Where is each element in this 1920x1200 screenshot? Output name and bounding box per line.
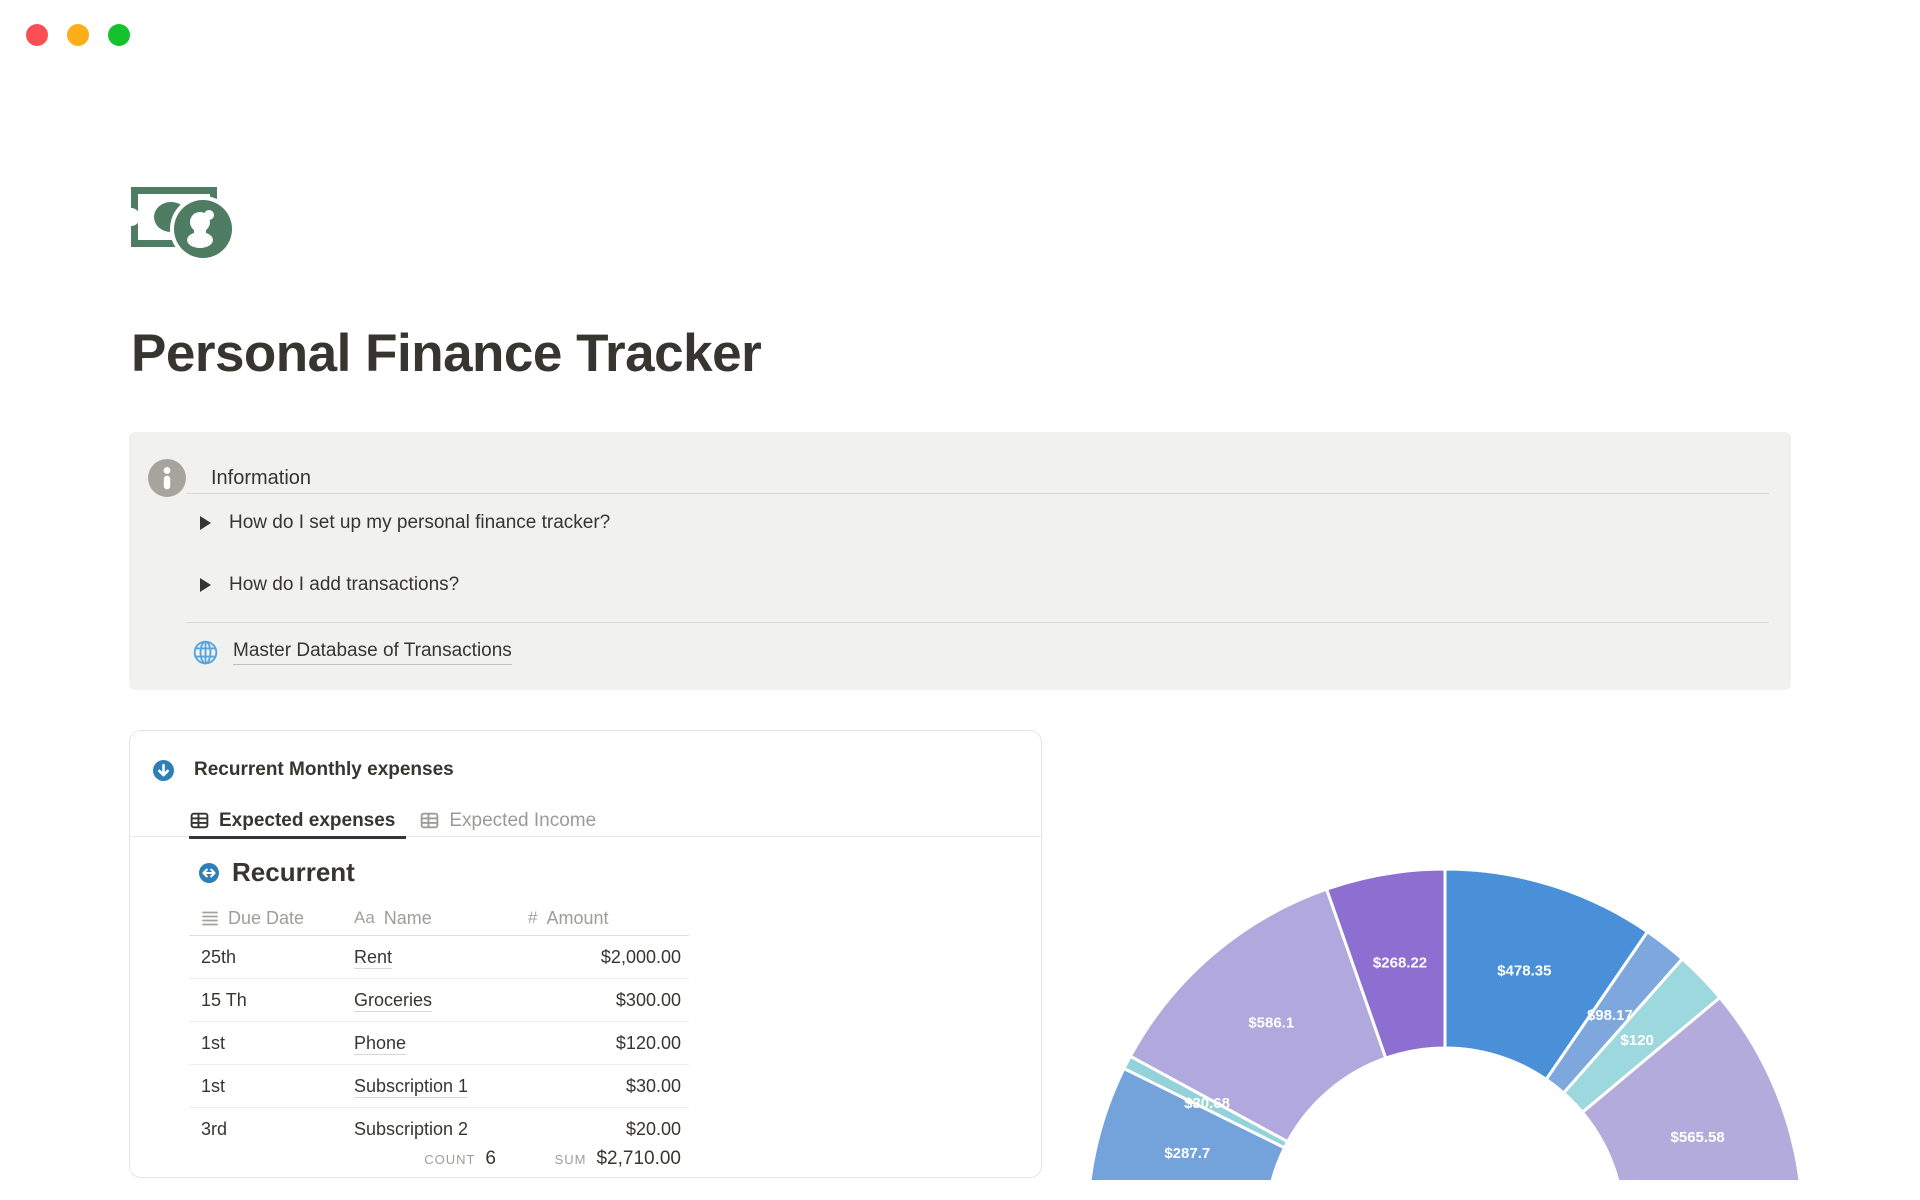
table-view-icon — [421, 812, 439, 829]
select-property-icon — [202, 911, 218, 926]
recurrent-expenses-card: Recurrent Monthly expenses Expected expe… — [129, 730, 1042, 1178]
zoom-button[interactable] — [108, 24, 130, 46]
amount-cell[interactable]: $300.00 — [526, 990, 689, 1011]
arrows-left-right-circle-icon — [199, 862, 219, 883]
column-header-due-date[interactable]: Due Date — [189, 908, 354, 929]
row-name-link[interactable]: Subscription 1 — [354, 1075, 469, 1098]
toggle-label[interactable]: How do I set up my personal finance trac… — [229, 512, 610, 534]
table-view-icon — [190, 812, 209, 829]
table-row: 25th Rent $2,000.00 — [189, 936, 689, 979]
due-date-cell[interactable]: 15 Th — [189, 990, 354, 1011]
tab-label[interactable]: Expected expenses — [219, 810, 395, 832]
master-database-link[interactable]: Master Database of Transactions — [233, 640, 512, 665]
row-name-link[interactable]: Subscription 2 — [354, 1118, 469, 1139]
notion-window: Personal Finance Tracker Information How… — [0, 0, 1920, 1200]
due-date-cell[interactable]: 1st — [189, 1076, 354, 1097]
toggle-add-transactions-question[interactable]: How do I add transactions? — [200, 572, 459, 598]
table-row: 15 Th Groceries $300.00 — [189, 979, 689, 1022]
table-rows: 25th Rent $2,000.00 15 Th Groceries $300.00 1s… — [189, 936, 689, 1139]
name-cell: Subscription 2 — [354, 1118, 526, 1139]
toggle-triangle-icon[interactable] — [200, 578, 211, 592]
table-footer: COUNT 6 SUM $2,710.00 — [189, 1139, 689, 1177]
name-cell: Phone — [354, 1032, 526, 1055]
tab-expected-income[interactable]: Expected Income — [419, 805, 607, 839]
number-property-icon: # — [528, 908, 538, 927]
callout-header: Information — [147, 458, 311, 498]
column-label[interactable]: Amount — [546, 908, 608, 929]
name-cell: Rent — [354, 946, 526, 969]
dollar-banknote-icon[interactable] — [131, 182, 237, 262]
page-title: Personal Finance Tracker — [131, 324, 762, 383]
column-label[interactable]: Due Date — [228, 908, 304, 929]
sum-label: SUM — [554, 1151, 587, 1167]
toggle-triangle-icon[interactable] — [200, 516, 211, 530]
toggle-label[interactable]: How do I add transactions? — [229, 574, 459, 596]
donut-chart: $478.35$98.17$120$565.58$287.7$30.68$586… — [1088, 867, 1802, 1180]
column-label[interactable]: Name — [384, 908, 432, 929]
amount-cell[interactable]: $2,000.00 — [526, 947, 689, 968]
row-name-link[interactable]: Rent — [354, 946, 393, 969]
window-controls — [26, 24, 130, 46]
collection-title-row: Recurrent — [199, 857, 355, 888]
amount-cell[interactable]: $30.00 — [526, 1076, 689, 1097]
collection-title[interactable]: Recurrent — [232, 857, 355, 888]
amount-cell[interactable]: $20.00 — [526, 1119, 689, 1140]
view-tabs: Expected expenses Expected Income — [130, 805, 1041, 839]
row-name-link[interactable]: Groceries — [354, 989, 433, 1012]
column-header-amount[interactable]: # Amount — [526, 908, 689, 929]
card-title: Recurrent Monthly expenses — [194, 759, 454, 780]
callout-divider — [186, 622, 1769, 623]
information-callout: Information How do I set up my personal … — [129, 432, 1791, 690]
toggle-setup-question[interactable]: How do I set up my personal finance trac… — [200, 510, 610, 536]
card-header: Recurrent Monthly expenses — [153, 759, 454, 781]
count-aggregation[interactable]: COUNT 6 — [354, 1148, 526, 1170]
table-row: 1st Phone $120.00 — [189, 1022, 689, 1065]
due-date-cell[interactable]: 1st — [189, 1033, 354, 1054]
count-value: 6 — [485, 1147, 496, 1169]
due-date-cell[interactable]: 25th — [189, 947, 354, 968]
column-header-name[interactable]: Aa Name — [354, 908, 526, 929]
name-cell: Subscription 1 — [354, 1075, 526, 1098]
name-cell: Groceries — [354, 989, 526, 1012]
due-date-cell[interactable]: 3rd — [189, 1119, 354, 1140]
amount-cell[interactable]: $120.00 — [526, 1033, 689, 1054]
table-header-row: Due Date Aa Name # Amount — [189, 902, 689, 934]
minimize-button[interactable] — [67, 24, 89, 46]
database-link-row: Master Database of Transactions — [192, 639, 512, 666]
close-button[interactable] — [26, 24, 48, 46]
sum-value: $2,710.00 — [596, 1147, 681, 1169]
sum-aggregation[interactable]: SUM $2,710.00 — [526, 1148, 689, 1170]
row-name-link[interactable]: Phone — [354, 1032, 407, 1055]
tab-expected-expenses[interactable]: Expected expenses — [189, 805, 407, 839]
count-label: COUNT — [424, 1151, 476, 1167]
text-property-icon: Aa — [354, 908, 375, 927]
tab-label[interactable]: Expected Income — [449, 810, 596, 832]
callout-title: Information — [211, 466, 312, 489]
arrow-down-circle-icon — [153, 759, 174, 781]
info-icon — [148, 459, 186, 497]
callout-divider — [186, 493, 1769, 494]
globe-icon — [193, 640, 218, 665]
table-row: 1st Subscription 1 $30.00 — [189, 1065, 689, 1108]
table-row: 3rd Subscription 2 $20.00 — [189, 1108, 689, 1139]
